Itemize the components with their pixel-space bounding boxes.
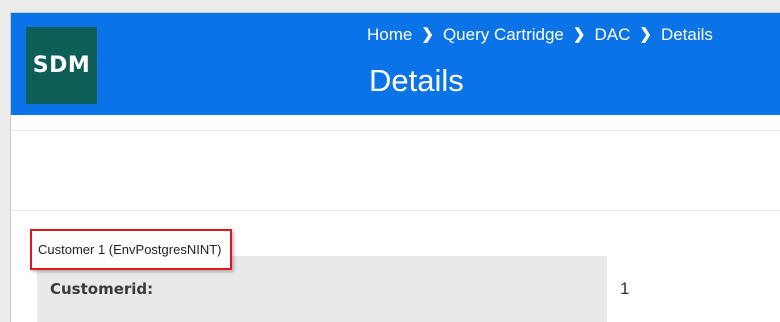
app-header: SDM Home ❯ Query Cartridge ❯ DAC ❯ Detai… bbox=[11, 13, 780, 115]
app-window: SDM Home ❯ Query Cartridge ❯ DAC ❯ Detai… bbox=[10, 12, 780, 322]
breadcrumb-dac[interactable]: DAC bbox=[594, 25, 630, 45]
app-logo[interactable]: SDM bbox=[26, 27, 97, 104]
chevron-right-icon: ❯ bbox=[572, 26, 586, 43]
record-label-text: Customer 1 (EnvPostgresNINT) bbox=[38, 242, 222, 257]
toolbar-area bbox=[11, 131, 780, 209]
divider bbox=[11, 210, 780, 211]
breadcrumb-query-cartridge[interactable]: Query Cartridge bbox=[443, 25, 564, 45]
breadcrumb-home[interactable]: Home bbox=[367, 25, 412, 45]
chevron-right-icon: ❯ bbox=[639, 26, 652, 43]
breadcrumb: Home ❯ Query Cartridge ❯ DAC ❯ Details bbox=[367, 25, 713, 45]
page-title: Details bbox=[369, 63, 464, 98]
breadcrumb-details: Details bbox=[660, 25, 713, 44]
logo-text: SDM bbox=[32, 53, 91, 78]
field-value: 1 bbox=[620, 279, 630, 298]
record-label: Customer 1 (EnvPostgresNINT) bbox=[30, 229, 232, 270]
chevron-right-icon: ❯ bbox=[421, 26, 434, 43]
